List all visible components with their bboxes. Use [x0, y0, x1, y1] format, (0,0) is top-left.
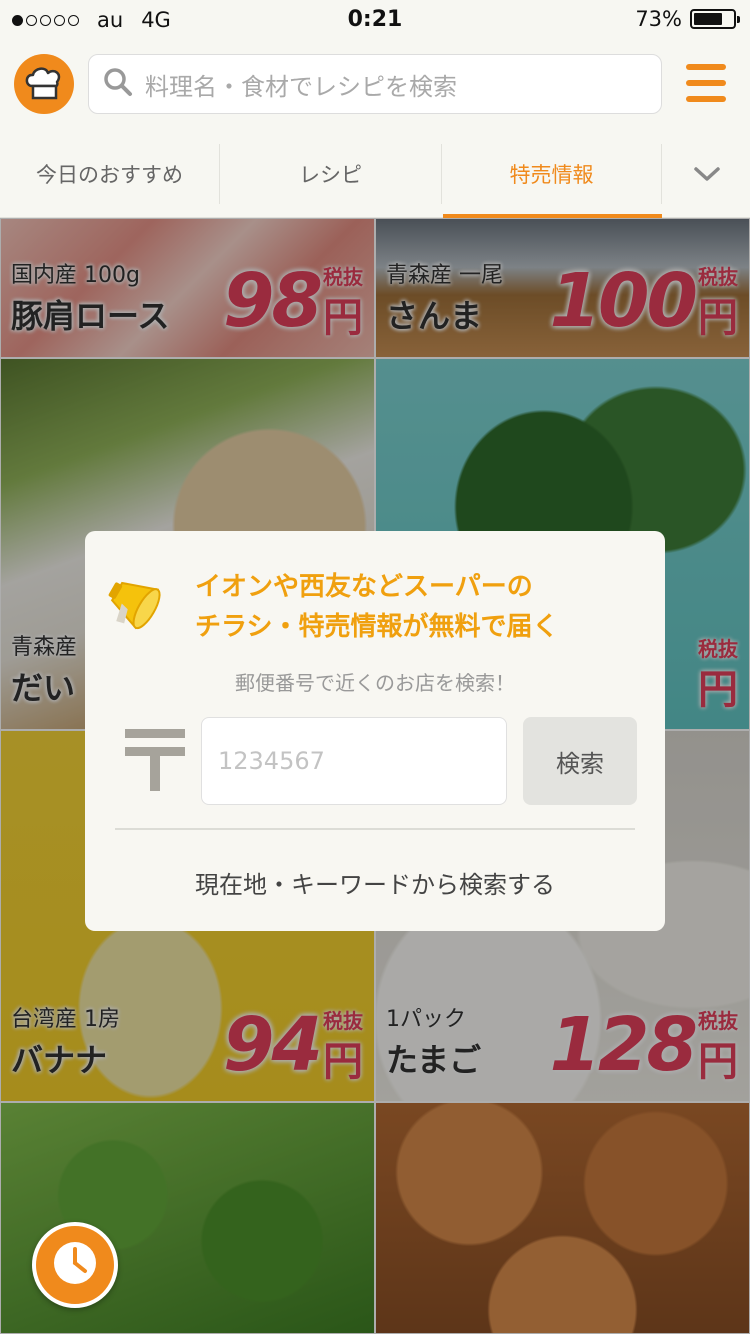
battery-percent: 73%: [635, 7, 682, 31]
status-bar: au 4G 0:21 73%: [0, 0, 750, 40]
megaphone-icon: [103, 569, 177, 643]
history-button[interactable]: [32, 1222, 118, 1308]
chef-hat-icon[interactable]: [14, 54, 74, 114]
app-header: 料理名・食材でレシピを検索: [0, 40, 750, 130]
headline-line-1: イオンや西友などスーパーの: [195, 572, 533, 602]
recipe-search-input[interactable]: 料理名・食材でレシピを検索: [88, 54, 662, 114]
postal-code-input[interactable]: [201, 717, 507, 805]
hamburger-menu-icon[interactable]: [686, 64, 726, 102]
chevron-down-icon[interactable]: [664, 144, 750, 204]
tab-today-recommend[interactable]: 今日のおすすめ: [0, 144, 220, 204]
modal-subtext: 郵便番号で近くのお店を検索！: [235, 671, 515, 695]
tab-sale-info[interactable]: 特売情報: [442, 144, 662, 204]
battery-icon: [690, 9, 740, 29]
modal-divider: [115, 828, 635, 830]
search-placeholder: 料理名・食材でレシピを検索: [145, 72, 457, 101]
postal-search-button[interactable]: 検索: [523, 717, 637, 805]
tab-bar: 今日のおすすめ レシピ 特売情報: [0, 130, 750, 218]
clock-icon: [50, 1238, 100, 1292]
search-icon: [103, 67, 133, 101]
flyer-search-modal: イオンや西友などスーパーの チラシ・特売情報が無料で届く 郵便番号で近くのお店を…: [85, 531, 665, 931]
location-keyword-search-link[interactable]: 現在地・キーワードから検索する: [85, 865, 665, 900]
postal-mark-icon: [125, 729, 185, 793]
headline-line-2: チラシ・特売情報が無料で届く: [195, 612, 559, 642]
tab-recipe[interactable]: レシピ: [220, 144, 442, 204]
modal-headline: イオンや西友などスーパーの チラシ・特売情報が無料で届く: [195, 567, 645, 647]
